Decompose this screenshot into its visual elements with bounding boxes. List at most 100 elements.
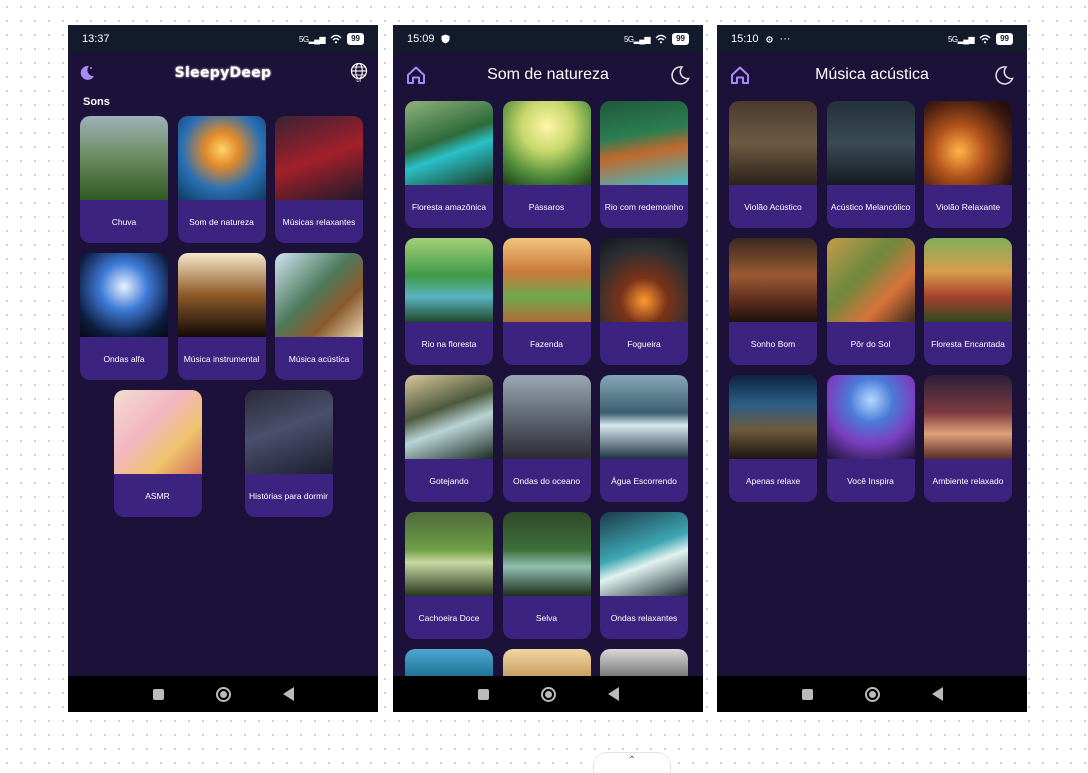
card-label: Apenas relaxe: [745, 475, 801, 486]
card-label: Fogueira: [627, 338, 661, 349]
back-button[interactable]: [607, 687, 619, 701]
card-image: [600, 101, 688, 185]
category-card-chuva[interactable]: Chuva: [80, 116, 168, 243]
card-label: Som de natureza: [189, 216, 254, 227]
sound-card[interactable]: Floresta amazônica: [405, 101, 493, 228]
card-image: [80, 116, 168, 200]
track-card[interactable]: Sonho Bom: [729, 238, 817, 365]
card-image: [113, 390, 202, 474]
card-image: [826, 101, 915, 185]
status-bar: 15:09 5G▂▄▆ 99: [393, 25, 703, 53]
status-bar: 13:37 5G▂▄▆ 99: [68, 25, 378, 53]
screen-title: Música acústica: [815, 66, 929, 83]
card-label: Violão Relaxante: [935, 201, 1001, 212]
card-image: [729, 101, 817, 185]
card-label: ASMR: [145, 490, 170, 501]
sound-card[interactable]: Pássaros: [502, 101, 591, 228]
shield-icon: [441, 34, 450, 44]
card-label: Você Inspira: [847, 475, 894, 486]
card-image: [177, 253, 266, 337]
card-label: Sonho Bom: [750, 338, 796, 349]
card-image: [502, 512, 591, 596]
home-nav-button[interactable]: [864, 686, 880, 702]
home-icon[interactable]: [729, 65, 751, 85]
card-image: [405, 512, 493, 596]
sound-card[interactable]: Ondas do oceano: [502, 375, 591, 502]
sound-card[interactable]: Rio na floresta: [405, 238, 493, 365]
moon-icon[interactable]: [993, 64, 1015, 86]
card-label: Chuva: [111, 216, 137, 227]
recents-button[interactable]: [477, 688, 489, 700]
track-card[interactable]: Você Inspira: [826, 375, 915, 502]
card-label: Pôr do Sol: [850, 338, 891, 349]
status-time: 15:10: [731, 33, 759, 45]
moon-icon[interactable]: [669, 64, 691, 86]
home-nav-button[interactable]: [215, 686, 231, 702]
sound-card[interactable]: Rio com redemoinho: [600, 101, 688, 228]
phone-screen-acoustic: 15:10 ··· 5G▂▄▆ 99 Música acústica Violã…: [717, 25, 1027, 712]
card-image: [80, 253, 168, 337]
sound-card[interactable]: Fazenda: [502, 238, 591, 365]
card-label: Músicas relaxantes: [282, 216, 356, 227]
card-image: [502, 238, 591, 322]
signal-icon: 5G▂▄▆: [623, 34, 651, 44]
section-title: Sons: [83, 96, 110, 108]
screen-header: Som de natureza: [393, 57, 703, 93]
sound-card[interactable]: Cachoeira Doce: [405, 512, 493, 639]
category-card-asmr[interactable]: ASMR: [113, 390, 202, 517]
card-label: Fazenda: [529, 338, 564, 349]
recents-button[interactable]: [152, 688, 164, 700]
sound-card[interactable]: Gotejando: [405, 375, 493, 502]
home-icon[interactable]: [405, 65, 427, 85]
card-image: [502, 101, 591, 185]
track-card[interactable]: Violão Relaxante: [924, 101, 1012, 228]
sound-card[interactable]: Selva: [502, 512, 591, 639]
card-image: [729, 238, 817, 322]
card-label: Rio com redemoinho: [604, 201, 684, 212]
card-label: Pássaros: [528, 201, 565, 212]
track-card[interactable]: Violão Acústico: [729, 101, 817, 228]
card-label: Ondas relaxantes: [610, 612, 678, 623]
sound-card-partial[interactable]: [502, 649, 591, 679]
recents-button[interactable]: [801, 688, 813, 700]
category-card-som-de-natureza[interactable]: Som de natureza: [177, 116, 266, 243]
card-label: Violão Acústico: [744, 201, 802, 212]
card-image: [502, 375, 591, 459]
card-image: [924, 238, 1012, 322]
sound-card-partial[interactable]: [600, 649, 688, 679]
language-button[interactable]: br: [350, 62, 368, 84]
sound-card-partial[interactable]: [405, 649, 493, 679]
back-button[interactable]: [282, 687, 294, 701]
system-nav-bar: [68, 676, 378, 712]
track-card[interactable]: Ambiente relaxado: [924, 375, 1012, 502]
card-image: [177, 116, 266, 200]
card-label: Música acústica: [288, 353, 350, 364]
system-nav-bar: [393, 676, 703, 712]
gear-icon: [765, 35, 773, 43]
sound-card[interactable]: Ondas relaxantes: [600, 512, 688, 639]
moon-icon[interactable]: [78, 64, 96, 82]
back-button[interactable]: [931, 687, 943, 701]
battery-icon: 99: [347, 33, 364, 45]
sound-card[interactable]: Fogueira: [600, 238, 688, 365]
track-card[interactable]: Floresta Encantada: [924, 238, 1012, 365]
category-card-ondas-alfa[interactable]: Ondas alfa: [80, 253, 168, 380]
track-card[interactable]: Pôr do Sol: [826, 238, 915, 365]
expand-tab[interactable]: ⌃: [593, 752, 671, 773]
card-image: [600, 238, 688, 322]
category-card-musica-instrumental[interactable]: Música instrumental: [177, 253, 266, 380]
category-card-musica-acustica[interactable]: Música acústica: [275, 253, 363, 380]
card-image: [924, 375, 1012, 459]
card-image: [405, 101, 493, 185]
language-code: br: [356, 78, 362, 84]
phone-screen-nature: 15:09 5G▂▄▆ 99 Som de natureza Floresta …: [393, 25, 703, 712]
chevron-up-icon: ⌃: [627, 755, 637, 766]
track-card[interactable]: Acústico Melancólico: [826, 101, 915, 228]
wifi-icon: [979, 34, 991, 44]
category-card-musicas-relaxantes[interactable]: Músicas relaxantes: [275, 116, 363, 243]
category-card-historias-para-dormir[interactable]: Histórias para dormir: [244, 390, 333, 517]
sound-card[interactable]: Água Escorrendo: [600, 375, 688, 502]
home-nav-button[interactable]: [540, 686, 556, 702]
card-image: [275, 253, 363, 337]
track-card[interactable]: Apenas relaxe: [729, 375, 817, 502]
